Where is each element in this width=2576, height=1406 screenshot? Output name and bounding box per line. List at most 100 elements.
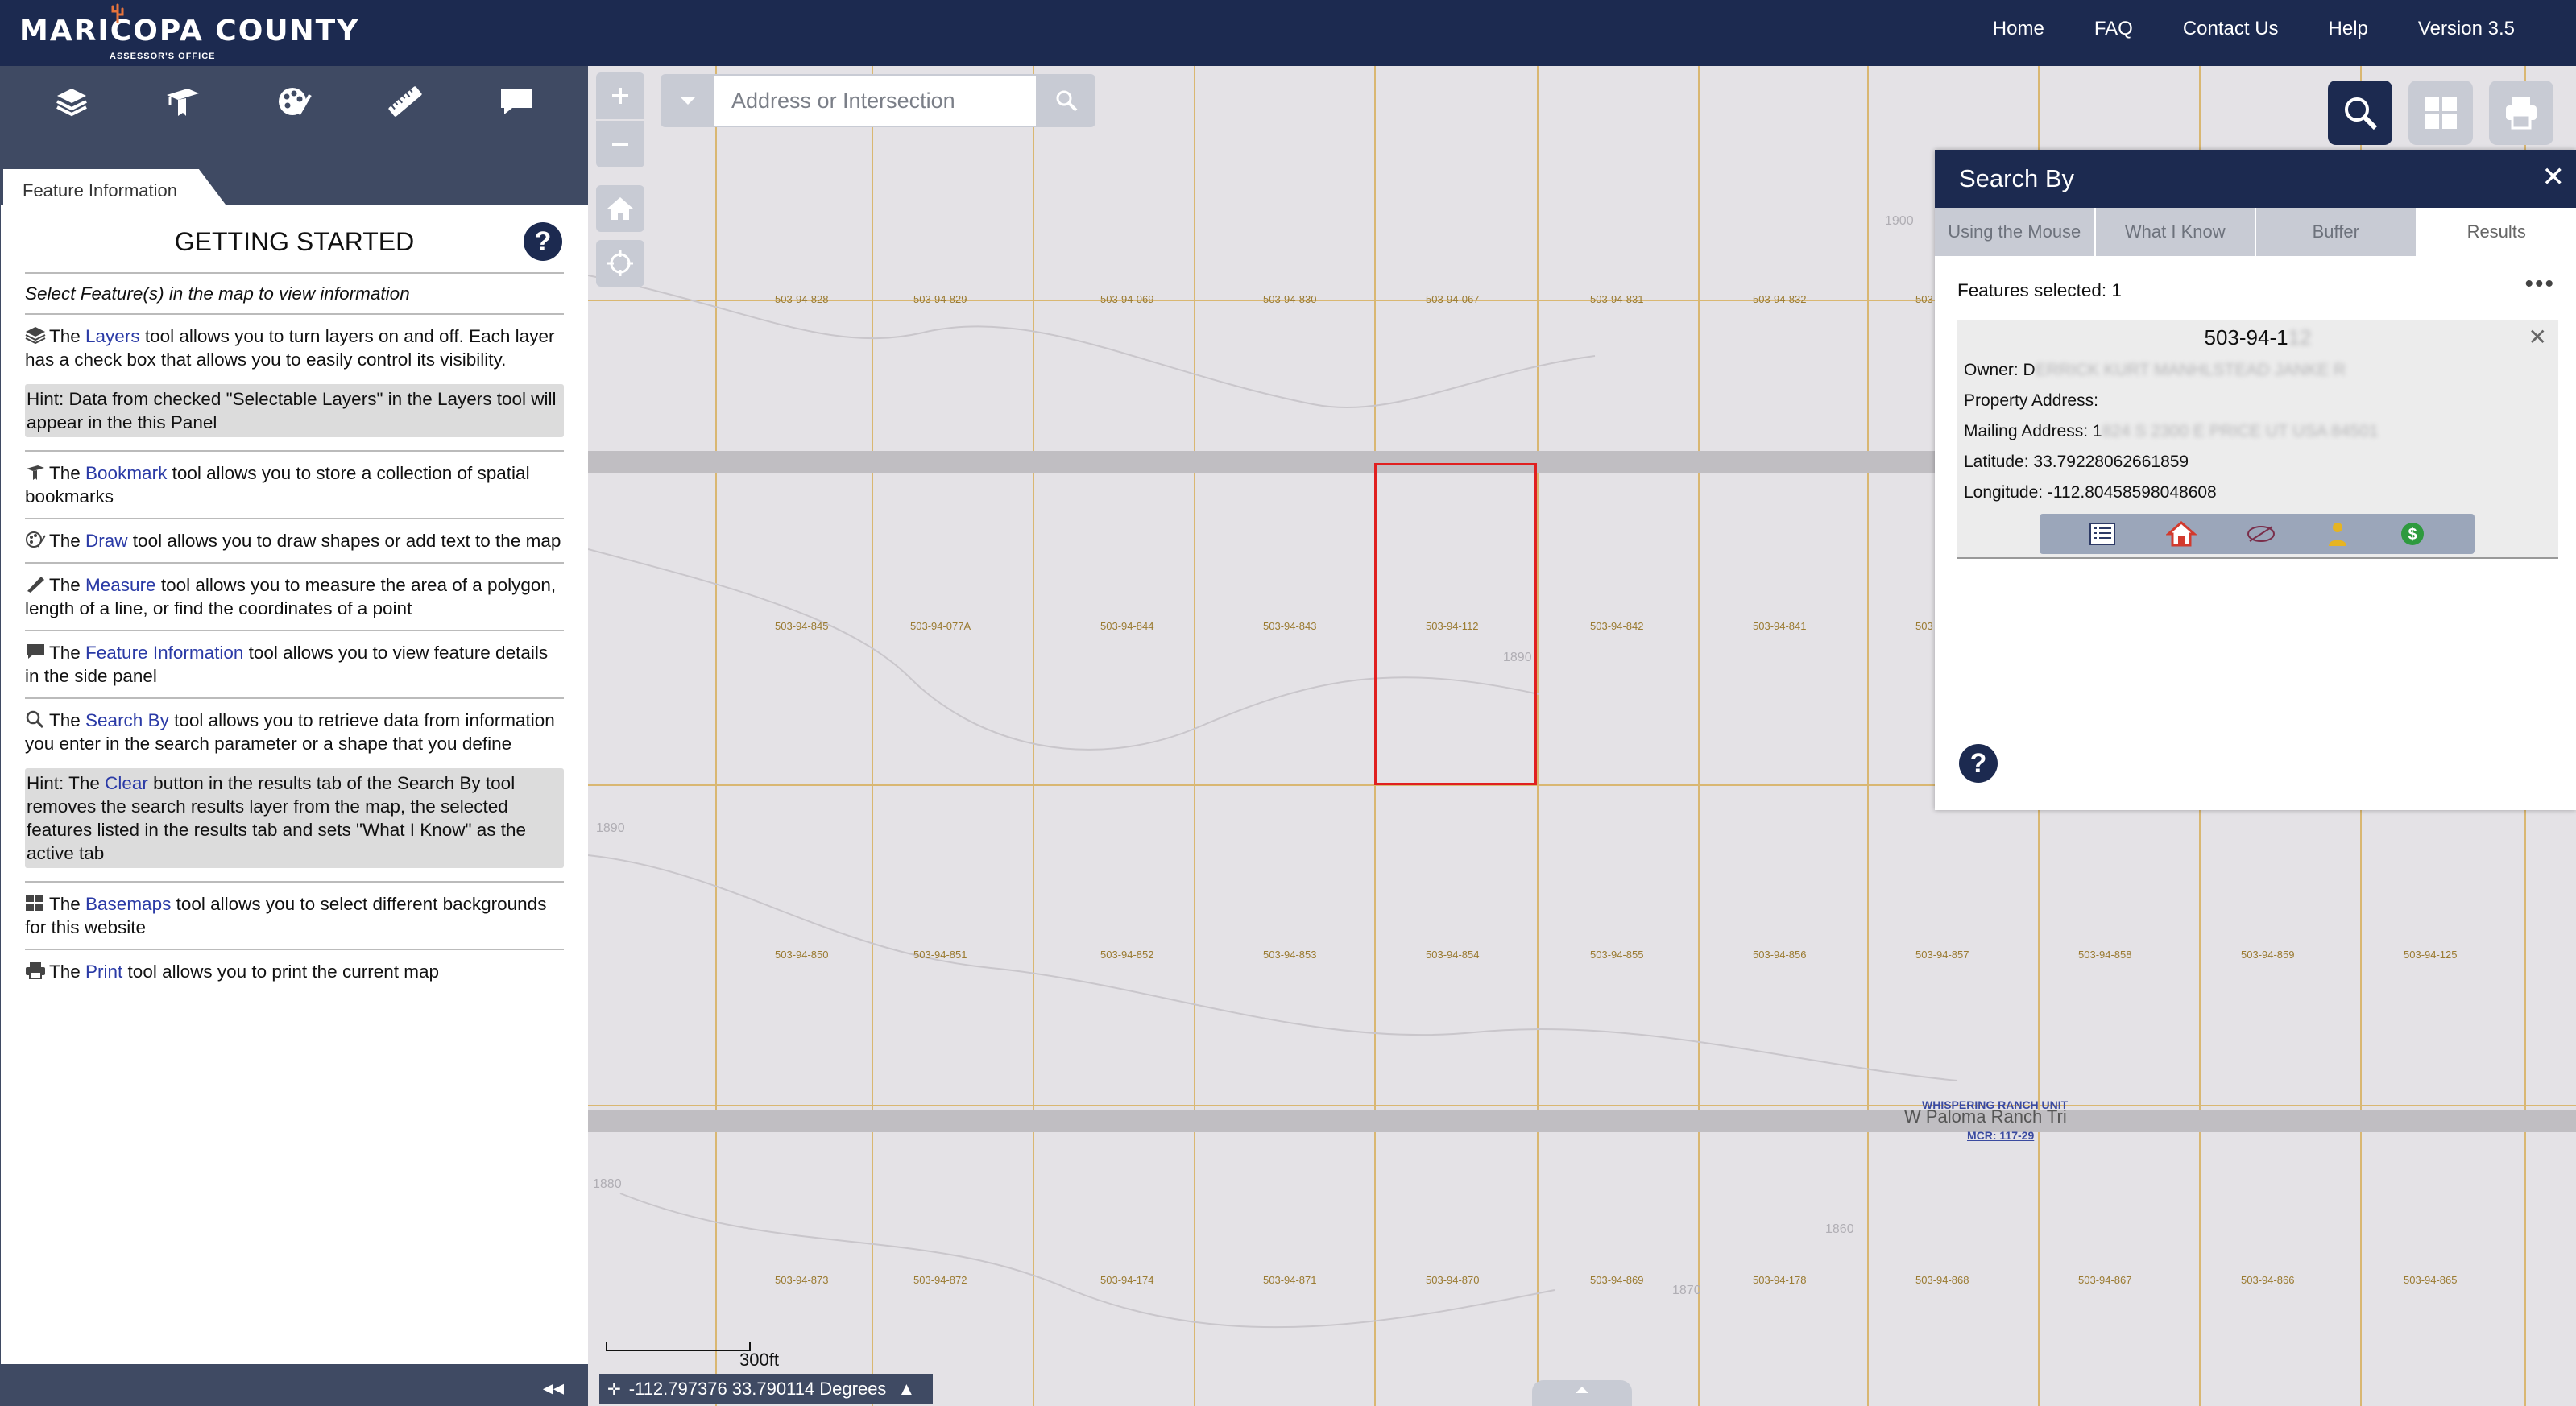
mailing-address-row: Mailing Address: 1824 S 2300 E PRICE UT … [1964, 422, 2379, 440]
contour-label: 1880 [593, 1177, 622, 1191]
tab-what-i-know[interactable]: What I Know [2096, 208, 2256, 256]
bookmark-icon[interactable] [160, 79, 205, 124]
feature-information-link[interactable]: Feature Information [85, 643, 243, 663]
help-icon[interactable]: ? [1959, 744, 1998, 783]
map-right-tools [2328, 81, 2553, 145]
measure-link[interactable]: Measure [85, 575, 156, 595]
more-options-icon[interactable]: ••• [2524, 271, 2555, 298]
nav-home[interactable]: Home [1993, 18, 2044, 40]
search-by-tool-button[interactable] [2328, 81, 2392, 145]
details-list-icon[interactable] [2089, 522, 2116, 546]
layers-icon[interactable] [49, 79, 94, 124]
expand-bottom-panel-button[interactable] [1532, 1380, 1632, 1406]
parcel-label: 503-94-859 [2241, 949, 2295, 961]
parcel-label: 503-94-851 [913, 949, 967, 961]
owner-person-icon[interactable] [2325, 520, 2350, 548]
tab-using-the-mouse[interactable]: Using the Mouse [1935, 208, 2096, 256]
search-by-title: Search By [1959, 164, 2075, 192]
search-by-panel: Search By ✕ Using the Mouse What I Know … [1935, 150, 2576, 810]
parcel-label: 503-94-842 [1590, 620, 1644, 632]
result-tools: $ [2040, 514, 2475, 554]
parcel-label: 503-94-873 [775, 1274, 829, 1286]
draw-link[interactable]: Draw [85, 531, 128, 551]
print-icon [2506, 97, 2537, 130]
selected-parcel-outline[interactable] [1374, 463, 1537, 785]
parcel-label: 503-94-077A [910, 620, 971, 632]
parcel-label: 503-94-841 [1753, 620, 1807, 632]
address-search [661, 74, 1095, 127]
address-search-input[interactable] [714, 76, 1036, 126]
layers-entry: The Layers tool allows you to turn layer… [25, 315, 564, 452]
top-header: MARICOPA COUNTY ASSESSOR'S OFFICE Home F… [0, 0, 2576, 66]
clear-link[interactable]: Clear [105, 773, 148, 793]
measure-ruler-icon[interactable] [383, 79, 428, 124]
parcel-label: 503-94-856 [1753, 949, 1807, 961]
search-help: ? [1959, 744, 1998, 783]
help-icon[interactable]: ? [524, 222, 562, 261]
basemaps-tool-button[interactable] [2408, 81, 2473, 145]
valuation-dollar-icon[interactable]: $ [2400, 521, 2425, 547]
parcel-label: 503 [1915, 620, 1933, 632]
tab-buffer[interactable]: Buffer [2256, 208, 2417, 256]
maricopa-logo[interactable]: MARICOPA COUNTY ASSESSOR'S OFFICE [19, 3, 360, 61]
parcel-label: 503-94-844 [1100, 620, 1154, 632]
search-options-dropdown[interactable] [665, 81, 710, 121]
zoom-in-button[interactable] [596, 72, 644, 119]
search-icon [2345, 97, 2378, 130]
search-submit-button[interactable] [1044, 81, 1089, 121]
remove-result-icon[interactable]: ✕ [2528, 324, 2547, 350]
close-icon[interactable]: ✕ [2542, 161, 2566, 193]
draw-palette-icon [26, 531, 46, 548]
draw-palette-icon[interactable] [271, 79, 317, 124]
search-by-link[interactable]: Search By [85, 710, 169, 730]
collapse-panel-button[interactable]: ◂◂ [543, 1375, 564, 1400]
parcel-apn[interactable]: 503-94-112 [1957, 325, 2558, 350]
parcel-map-icon[interactable] [2246, 522, 2276, 546]
feature-information-entry: The Feature Information tool allows you … [25, 631, 564, 699]
nav-version[interactable]: Version 3.5 [2418, 18, 2515, 40]
bookmark-link[interactable]: Bookmark [85, 463, 167, 483]
parcel-label: 503-94-852 [1100, 949, 1154, 961]
layers-link[interactable]: Layers [85, 326, 140, 346]
nav-faq[interactable]: FAQ [2094, 18, 2133, 40]
comment-icon[interactable] [494, 79, 539, 124]
nav-help[interactable]: Help [2329, 18, 2368, 40]
nav-contact-us[interactable]: Contact Us [2183, 18, 2279, 40]
print-link[interactable]: Print [85, 961, 122, 982]
print-tool-button[interactable] [2489, 81, 2553, 145]
left-toolbar [0, 66, 588, 137]
search-by-header: Search By ✕ [1935, 150, 2576, 208]
parcel-label: 503-94-843 [1263, 620, 1317, 632]
contour-label: 1890 [596, 821, 625, 835]
tab-results[interactable]: Results [2417, 208, 2576, 256]
subdivision-label: WHISPERING RANCH UNIT [1922, 1098, 2069, 1111]
parcel-label: 503-94-871 [1263, 1274, 1317, 1286]
layers-icon [25, 327, 46, 344]
draw-entry: The Draw tool allows you to draw shapes … [25, 519, 564, 564]
property-home-icon[interactable] [2165, 520, 2197, 548]
locate-crosshair-icon [607, 250, 633, 276]
scale-label: 300ft [739, 1350, 779, 1370]
basemaps-link[interactable]: Basemaps [85, 894, 171, 914]
home-extent-button[interactable] [596, 185, 644, 232]
coordinate-value: -112.797376 33.790114 Degrees [628, 1379, 887, 1399]
property-address-row: Property Address: [1964, 391, 2098, 410]
parcel-label: 503-94-174 [1100, 1274, 1154, 1286]
locate-button[interactable] [596, 240, 644, 287]
hint-selectable-layers: Hint: Data from checked "Selectable Laye… [25, 384, 564, 437]
scale-bar-line [606, 1342, 751, 1351]
feature-information-tab[interactable]: Feature Information [3, 169, 226, 205]
parcel-label: 503-94-855 [1590, 949, 1644, 961]
logo-text: MARICOPA COUNTY [19, 14, 360, 48]
zoom-out-button[interactable] [596, 121, 644, 167]
chevron-up-icon[interactable]: ▲ [897, 1379, 915, 1400]
parcel-label: 503-94-067 [1426, 293, 1480, 305]
plus-icon [612, 88, 628, 104]
latitude-row: Latitude: 33.79228062661859 [1964, 453, 2189, 471]
parcel-label: 503-94-867 [2078, 1274, 2132, 1286]
logo-subtitle: ASSESSOR'S OFFICE [110, 52, 216, 61]
basemaps-grid-icon [26, 895, 43, 911]
measure-ruler-icon [27, 577, 44, 593]
chevron-down-icon [680, 97, 696, 105]
parcel-label: 503-94-845 [775, 620, 829, 632]
